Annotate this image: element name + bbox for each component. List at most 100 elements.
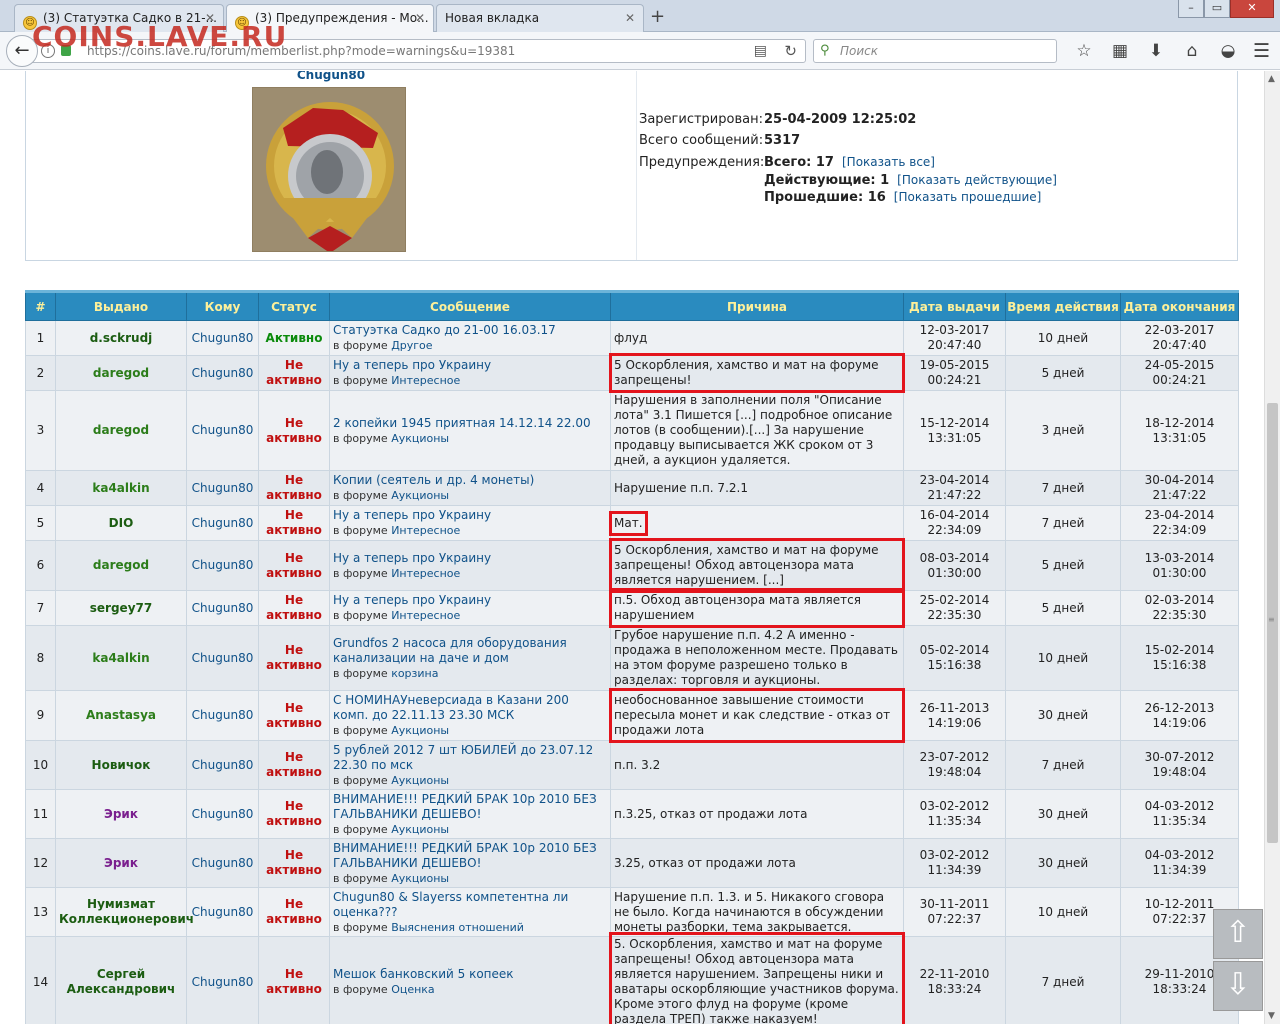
reader-view-icon[interactable]: ▤ [754, 43, 767, 59]
issuer-link[interactable]: Новичок [55, 740, 187, 790]
issuer-link[interactable]: daregod [55, 355, 187, 391]
close-tab-icon[interactable]: ✕ [625, 11, 635, 25]
forum-link[interactable]: корзина [391, 667, 438, 680]
issuer-link[interactable]: Сергей Александрович [55, 936, 187, 1024]
col-header-status[interactable]: Статус [258, 290, 330, 321]
issuer-link[interactable]: daregod [55, 390, 187, 471]
forum-link[interactable]: Аукционы [391, 774, 449, 787]
new-tab-plus-icon[interactable]: + [650, 6, 665, 27]
issuer-link[interactable]: ka4alkin [55, 470, 187, 506]
reason-text: 5. Оскорбления, хамство и мат на форуме … [614, 937, 899, 1024]
profile-username[interactable]: Chugun80 [26, 71, 636, 82]
pocket-icon[interactable]: ◒ [1210, 40, 1246, 62]
scroll-down-icon[interactable]: ▼ [1268, 1011, 1275, 1021]
forum-line: в форуме Интересное [333, 608, 607, 623]
recipient-link[interactable]: Chugun80 [186, 390, 259, 471]
close-tab-icon[interactable]: ✕ [415, 11, 425, 25]
col-header-whom[interactable]: Кому [186, 290, 259, 321]
recipient-link[interactable]: Chugun80 [186, 625, 259, 691]
issuer-link[interactable]: d.sckrudj [55, 320, 187, 356]
recipient-link[interactable]: Chugun80 [186, 505, 259, 541]
home-icon[interactable]: ⌂ [1174, 40, 1210, 62]
forum-link[interactable]: Интересное [391, 567, 460, 580]
tab-new[interactable]: Новая вкладка ✕ [436, 4, 644, 32]
forum-link[interactable]: Аукционы [391, 872, 449, 885]
recipient-link[interactable]: Chugun80 [186, 470, 259, 506]
post-link[interactable]: Ну а теперь про Украину [333, 508, 607, 523]
bookmark-star-icon[interactable]: ☆ [1066, 40, 1102, 62]
forum-link[interactable]: Оценка [391, 983, 435, 996]
col-header-num[interactable]: # [25, 290, 56, 321]
recipient-link[interactable]: Chugun80 [186, 789, 259, 839]
reason-cell: 5 Оскорбления, хамство и мат на форуме з… [609, 538, 905, 593]
issued-date: 22-11-2010 18:33:24 [903, 936, 1006, 1024]
issuer-link[interactable]: sergey77 [55, 590, 187, 626]
forum-link[interactable]: Аукционы [391, 432, 449, 445]
col-header-duration[interactable]: Время действия [1005, 290, 1121, 321]
col-header-post[interactable]: Сообщение [329, 290, 611, 321]
post-link[interactable]: Ну а теперь про Украину [333, 593, 607, 608]
scroll-top-arrow-icon[interactable]: ⇧ [1213, 909, 1263, 959]
post-link[interactable]: Статуэтка Садко до 21-00 16.03.17 [333, 323, 607, 338]
col-header-ends[interactable]: Дата окончания [1120, 290, 1239, 321]
post-link[interactable]: Ну а теперь про Украину [333, 551, 607, 566]
duration: 10 дней [1005, 625, 1121, 691]
forum-link[interactable]: Аукционы [391, 823, 449, 836]
reload-icon[interactable]: ↻ [784, 42, 797, 60]
forum-link[interactable]: Интересное [391, 524, 460, 537]
recipient-link[interactable]: Chugun80 [186, 355, 259, 391]
window-close-icon[interactable]: ✕ [1230, 0, 1274, 18]
recipient-link[interactable]: Chugun80 [186, 320, 259, 356]
post-link[interactable]: Chugun80 & Slayerss компетентна ли оценк… [333, 890, 607, 920]
post-link[interactable]: ВНИМАНИЕ!!! РЕДКИЙ БРАК 10р 2010 БЕЗ ГАЛ… [333, 792, 607, 822]
post-link[interactable]: С НОМИНАУневерсиада в Казани 200 комп. д… [333, 693, 607, 723]
forum-line: в форуме Аукционы [333, 723, 607, 738]
show-active-link[interactable]: [Показать действующие] [897, 173, 1057, 187]
scroll-bottom-arrow-icon[interactable]: ⇩ [1213, 961, 1263, 1011]
recipient-link[interactable]: Chugun80 [186, 887, 259, 937]
post-link[interactable]: Grundfos 2 насоса для оборудования канал… [333, 636, 607, 666]
forum-link[interactable]: Аукционы [391, 724, 449, 737]
post-link[interactable]: 5 рублей 2012 7 шт ЮБИЛЕЙ до 23.07.12 22… [333, 743, 607, 773]
forum-link[interactable]: Интересное [391, 374, 460, 387]
forum-link[interactable]: Интересное [391, 609, 460, 622]
issuer-link[interactable]: Эрик [55, 838, 187, 888]
forum-link[interactable]: Аукционы [391, 489, 449, 502]
page-scrollbar[interactable]: ▲ ≡ ▼ [1264, 71, 1280, 1024]
col-header-reason[interactable]: Причина [610, 290, 904, 321]
recipient-link[interactable]: Chugun80 [186, 690, 259, 741]
post-link[interactable]: ВНИМАНИЕ!!! РЕДКИЙ БРАК 10р 2010 БЕЗ ГАЛ… [333, 841, 607, 871]
issuer-link[interactable]: DIO [55, 505, 187, 541]
recipient-link[interactable]: Chugun80 [186, 936, 259, 1024]
forum-link[interactable]: Выяснения отношений [391, 921, 524, 934]
reading-list-icon[interactable]: ▦ [1102, 40, 1138, 62]
download-icon[interactable]: ⬇ [1138, 40, 1174, 62]
issuer-link[interactable]: daregod [55, 540, 187, 591]
forum-link[interactable]: Другое [391, 339, 432, 352]
post-link[interactable]: Мешок банковский 5 копеек [333, 967, 607, 982]
search-input[interactable]: ⚲ Поиск [813, 39, 1057, 63]
recipient-link[interactable]: Chugun80 [186, 740, 259, 790]
show-past-link[interactable]: [Показать прошедшие] [894, 190, 1042, 204]
post-link[interactable]: 2 копейки 1945 приятная 14.12.14 22.00 [333, 416, 607, 431]
reason-cell: п.5. Обход автоцензора мата является нар… [609, 588, 905, 628]
col-header-issuer[interactable]: Выдано [55, 290, 187, 321]
hamburger-menu-icon[interactable]: ☰ [1253, 40, 1270, 62]
recipient-link[interactable]: Chugun80 [186, 590, 259, 626]
recipient-link[interactable]: Chugun80 [186, 540, 259, 591]
issuer-link[interactable]: Нумизмат Коллекционерович [55, 887, 194, 937]
recipient-link[interactable]: Chugun80 [186, 838, 259, 888]
maximize-icon[interactable]: ▭ [1204, 0, 1230, 18]
table-row: 3 daregod Chugun80 Не активно 2 копейки 1945… [25, 390, 1239, 471]
show-all-link[interactable]: [Показать все] [842, 155, 935, 169]
issuer-link[interactable]: Эрик [55, 789, 187, 839]
reason-text: Нарушение п.п. 7.2.1 [614, 480, 748, 495]
issuer-link[interactable]: Anastasya [55, 690, 187, 741]
issuer-link[interactable]: ka4alkin [55, 625, 187, 691]
col-header-issued[interactable]: Дата выдачи [903, 290, 1006, 321]
post-link[interactable]: Ну а теперь про Украину [333, 358, 607, 373]
scroll-up-icon[interactable]: ▲ [1268, 74, 1275, 84]
post-cell: Копии (сеятель и др. 4 монеты) в форуме А… [329, 470, 611, 506]
post-link[interactable]: Копии (сеятель и др. 4 монеты) [333, 473, 607, 488]
minimize-icon[interactable]: – [1178, 0, 1204, 18]
